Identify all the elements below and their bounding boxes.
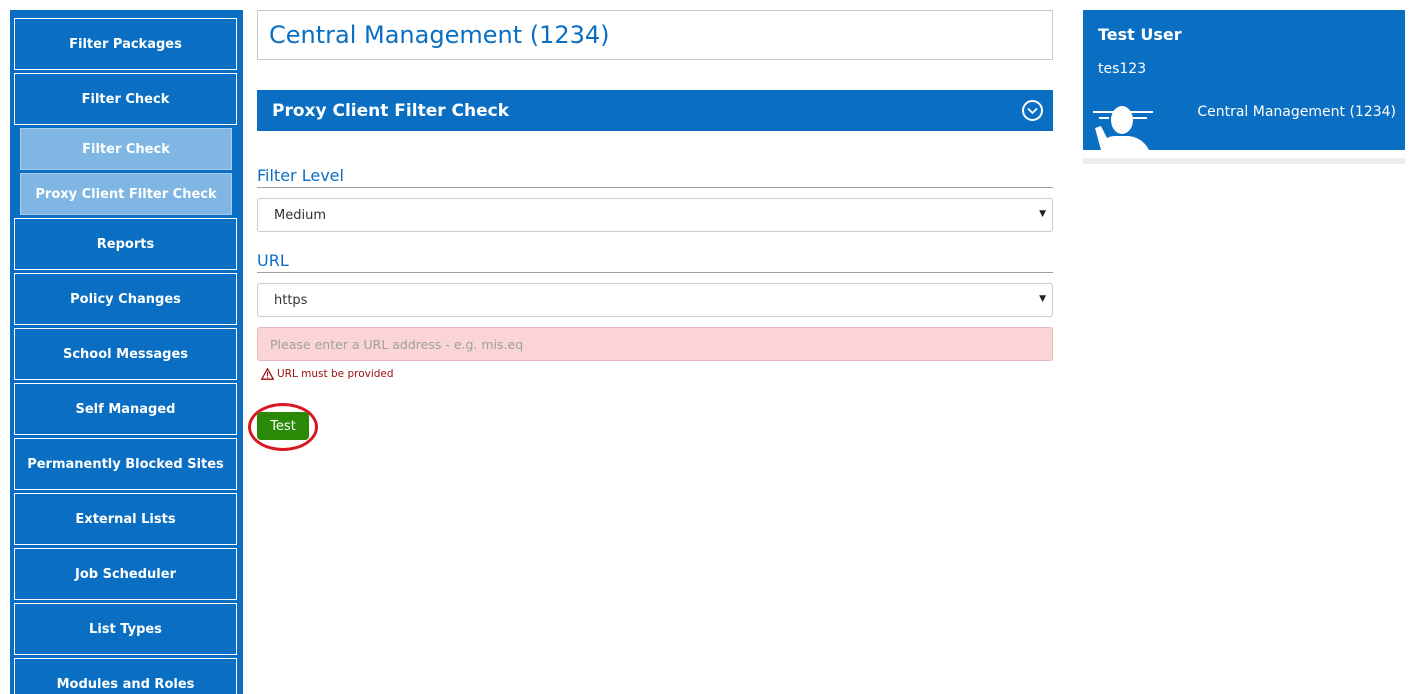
- sidebar-item-label: Permanently Blocked Sites: [27, 456, 224, 472]
- filter-level-select[interactable]: Medium ▼: [257, 198, 1053, 232]
- sidebar-item-job-scheduler[interactable]: Job Scheduler: [14, 548, 237, 600]
- filter-level-label-text: Filter Level: [257, 166, 344, 185]
- sidebar-nav: Filter Packages Filter Check Filter Chec…: [10, 10, 243, 694]
- sidebar-item-school-messages[interactable]: School Messages: [14, 328, 237, 380]
- user-name: Test User: [1098, 25, 1182, 44]
- url-label: URL: [257, 251, 1053, 273]
- sidebar-item-label: Modules and Roles: [56, 676, 195, 692]
- sidebar-subitem-filter-check[interactable]: Filter Check: [20, 128, 232, 170]
- sidebar-subitem-proxy-client-filter-check[interactable]: Proxy Client Filter Check: [20, 173, 232, 215]
- sidebar-item-label: List Types: [89, 621, 162, 637]
- sidebar-item-label: Filter Check: [81, 91, 170, 107]
- user-card-shadow: [1083, 158, 1405, 164]
- user-card: Test User tes123 Central Management (123…: [1083, 10, 1405, 150]
- warning-icon: [261, 368, 274, 380]
- user-organisation: Central Management (1234): [1197, 104, 1396, 120]
- url-input[interactable]: [257, 327, 1053, 361]
- url-protocol-select[interactable]: https ▼: [257, 283, 1053, 317]
- url-protocol-value: https: [274, 292, 308, 308]
- sidebar-item-label: Policy Changes: [70, 291, 181, 307]
- sidebar-item-label: Self Managed: [75, 401, 176, 417]
- chevron-down-circle-icon[interactable]: [1022, 100, 1043, 121]
- sidebar-item-permanently-blocked-sites[interactable]: Permanently Blocked Sites: [14, 438, 237, 490]
- sidebar-item-label: School Messages: [62, 346, 189, 362]
- panel-header: Proxy Client Filter Check: [257, 90, 1053, 131]
- sidebar-item-label: External Lists: [75, 511, 176, 527]
- sidebar-item-list-types[interactable]: List Types: [14, 603, 237, 655]
- sidebar-item-label: Filter Check: [82, 141, 170, 157]
- sidebar-item-filter-packages[interactable]: Filter Packages: [14, 18, 237, 70]
- filter-level-label: Filter Level: [257, 166, 1053, 188]
- url-error-text: URL must be provided: [277, 368, 394, 380]
- sidebar-item-label: Reports: [96, 236, 155, 252]
- sidebar-item-self-managed[interactable]: Self Managed: [14, 383, 237, 435]
- page-title: Central Management (1234): [257, 10, 1053, 60]
- panel-title: Proxy Client Filter Check: [272, 100, 510, 121]
- select-arrow-icon: ▼: [1039, 209, 1046, 219]
- user-avatar-icon: [1093, 106, 1153, 150]
- sidebar-item-filter-check[interactable]: Filter Check: [14, 73, 237, 125]
- sidebar-item-external-lists[interactable]: External Lists: [14, 493, 237, 545]
- url-error-message: URL must be provided: [261, 367, 394, 381]
- page-title-text: Central Management (1234): [269, 21, 610, 49]
- filter-level-value: Medium: [274, 207, 326, 223]
- sidebar-item-label: Filter Packages: [69, 36, 182, 52]
- test-button[interactable]: Test: [257, 412, 309, 440]
- select-arrow-icon: ▼: [1039, 294, 1046, 304]
- url-label-text: URL: [257, 251, 289, 270]
- sidebar-item-policy-changes[interactable]: Policy Changes: [14, 273, 237, 325]
- sidebar-item-modules-and-roles[interactable]: Modules and Roles: [14, 658, 237, 694]
- sidebar-item-reports[interactable]: Reports: [14, 218, 237, 270]
- sidebar-item-label: Job Scheduler: [75, 566, 176, 582]
- sidebar-item-label: Proxy Client Filter Check: [35, 186, 217, 202]
- user-id: tes123: [1098, 61, 1147, 77]
